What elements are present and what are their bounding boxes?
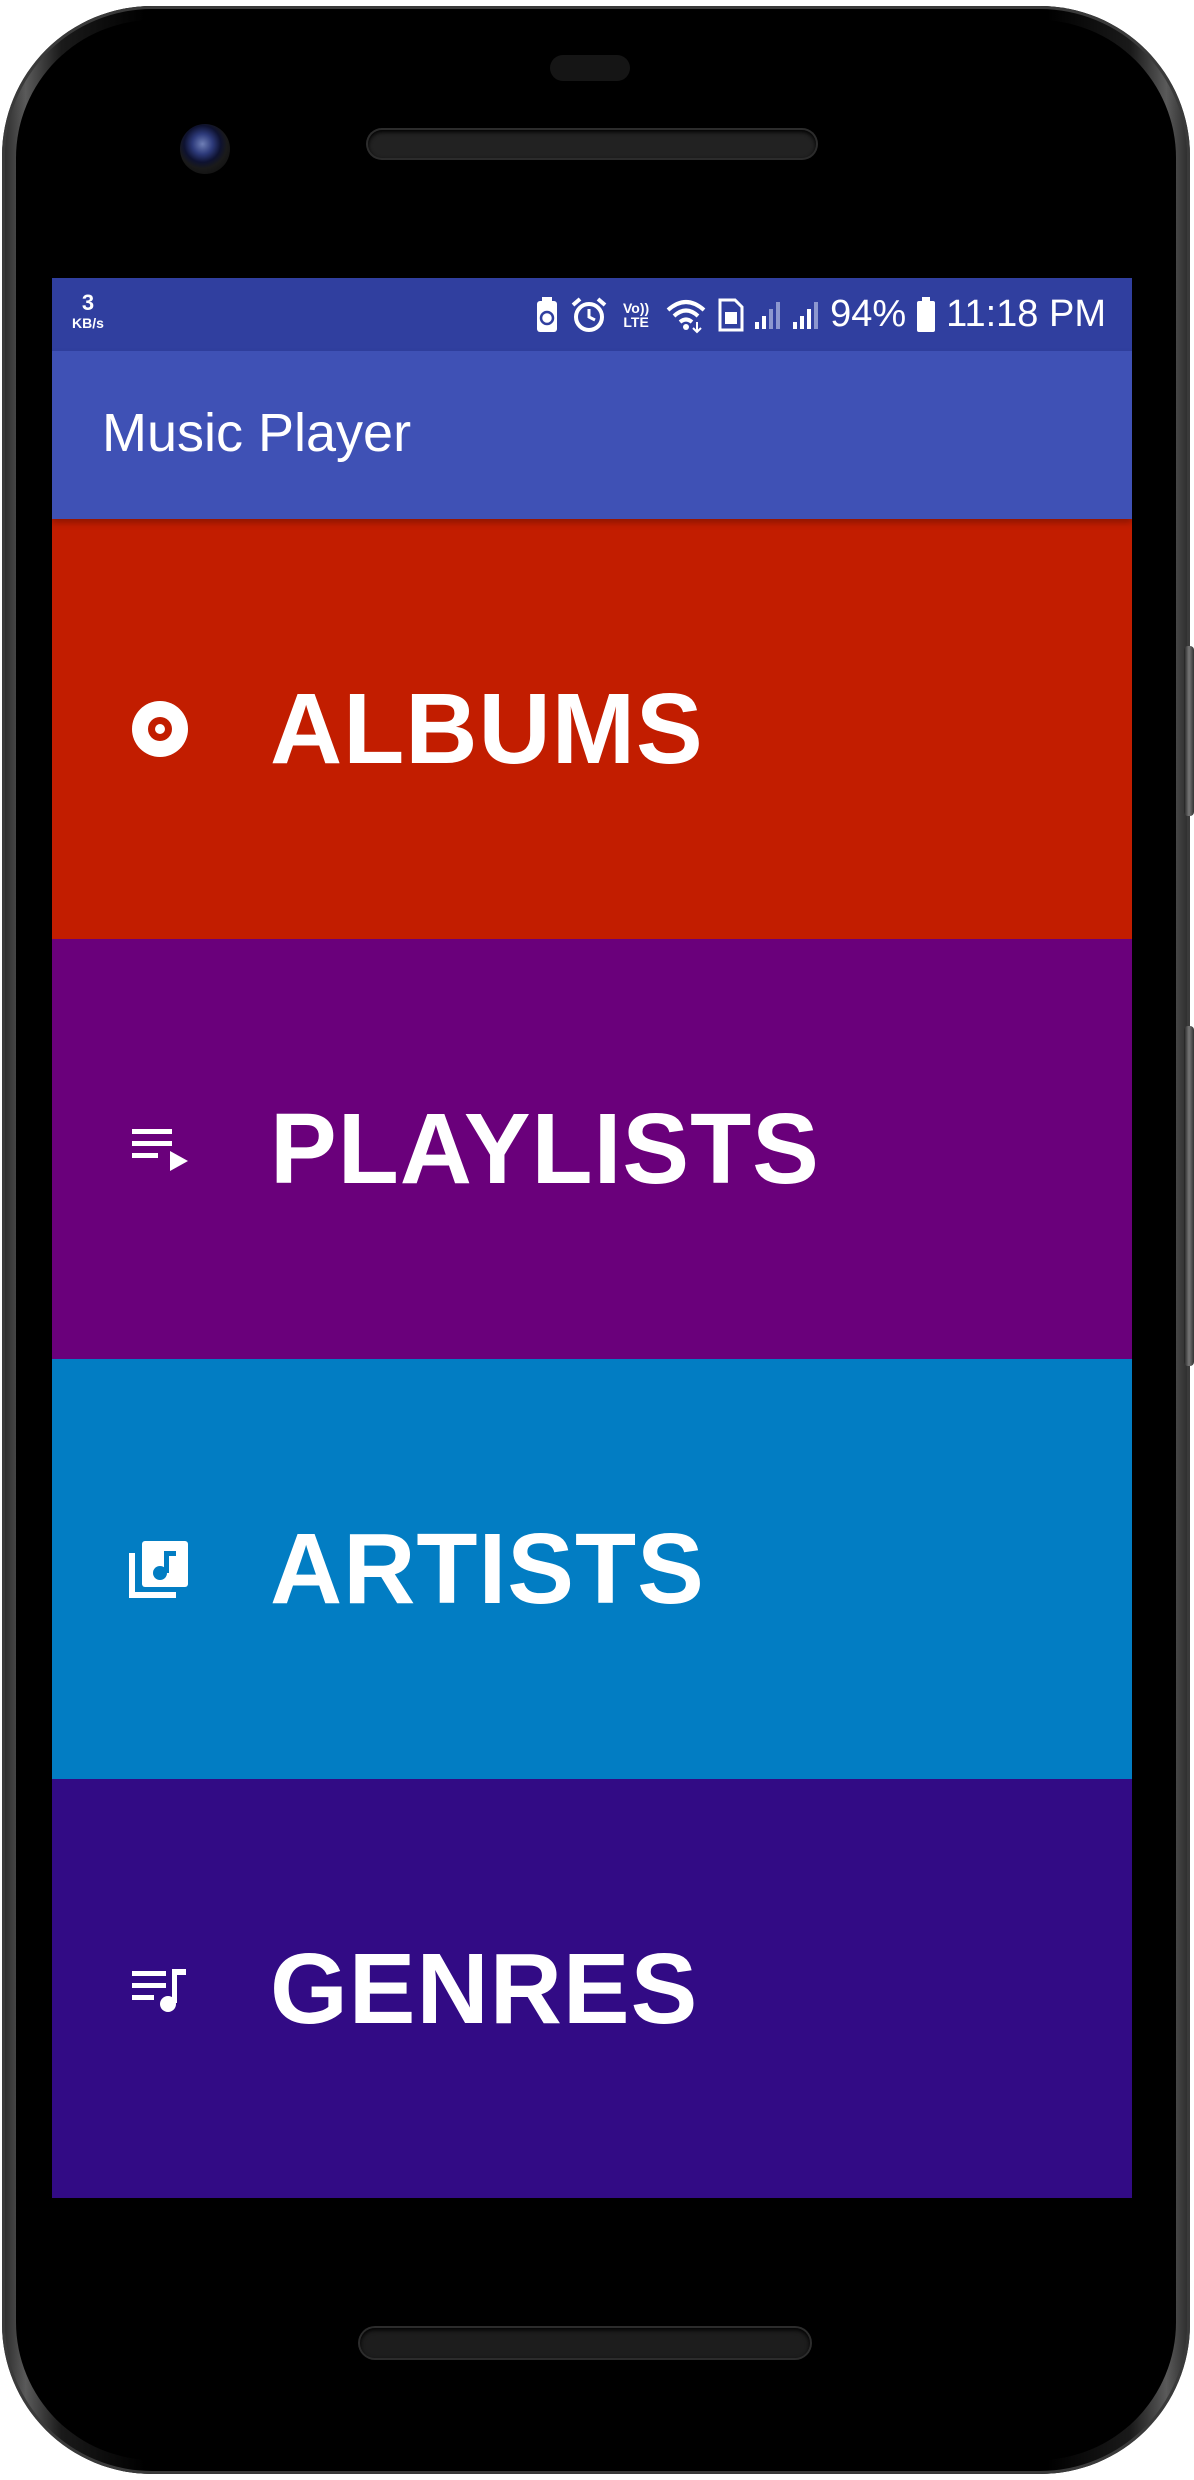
- category-menu: ALBUMS PLAYLISTS ARTISTS GENRES: [52, 519, 1132, 2198]
- genres-menu-item[interactable]: GENRES: [52, 1779, 1132, 2198]
- proximity-sensor: [550, 55, 630, 81]
- network-speed: 3 KB/s: [66, 290, 110, 331]
- device-frame: 3 KB/s Vo)) LTE 94% 11:18 PM Music Playe…: [0, 0, 1194, 2480]
- albums-menu-item[interactable]: ALBUMS: [52, 519, 1132, 939]
- library-music-icon: [128, 1537, 192, 1601]
- battery-saver-icon: [534, 296, 560, 334]
- network-speed-unit: KB/s: [72, 315, 104, 331]
- battery-icon: [916, 296, 936, 333]
- signal-strength-icon-2: [792, 300, 820, 330]
- screen: 3 KB/s Vo)) LTE 94% 11:18 PM Music Playe…: [52, 278, 1132, 2198]
- sim-card-icon: [718, 298, 744, 332]
- genres-label: GENRES: [270, 1933, 699, 2045]
- playlists-menu-item[interactable]: PLAYLISTS: [52, 939, 1132, 1359]
- albums-label: ALBUMS: [270, 673, 704, 785]
- playlists-label: PLAYLISTS: [270, 1093, 820, 1205]
- network-speed-value: 3: [81, 290, 95, 315]
- front-camera-icon: [180, 124, 230, 174]
- power-button: [1184, 646, 1194, 816]
- status-bar: 3 KB/s Vo)) LTE 94% 11:18 PM: [52, 278, 1132, 351]
- battery-percent: 94%: [830, 293, 907, 335]
- artists-label: ARTISTS: [270, 1513, 705, 1625]
- volume-button: [1184, 1026, 1194, 1366]
- clock: 11:18 PM: [946, 293, 1106, 335]
- album-disc-icon: [128, 697, 192, 761]
- wifi-icon: [664, 296, 708, 334]
- bottom-speaker: [360, 2328, 810, 2358]
- app-title: Music Player: [102, 403, 412, 463]
- earpiece-speaker: [368, 130, 816, 158]
- volte-indicator: Vo)) LTE: [623, 299, 650, 330]
- signal-strength-icon-1: [754, 300, 782, 330]
- alarm-icon: [570, 296, 608, 334]
- playlist-play-icon: [128, 1117, 192, 1181]
- app-bar: Music Player: [52, 351, 1132, 519]
- queue-music-icon: [128, 1957, 192, 2021]
- artists-menu-item[interactable]: ARTISTS: [52, 1359, 1132, 1779]
- status-icons: Vo)) LTE 94% 11:18 PM: [534, 278, 1106, 351]
